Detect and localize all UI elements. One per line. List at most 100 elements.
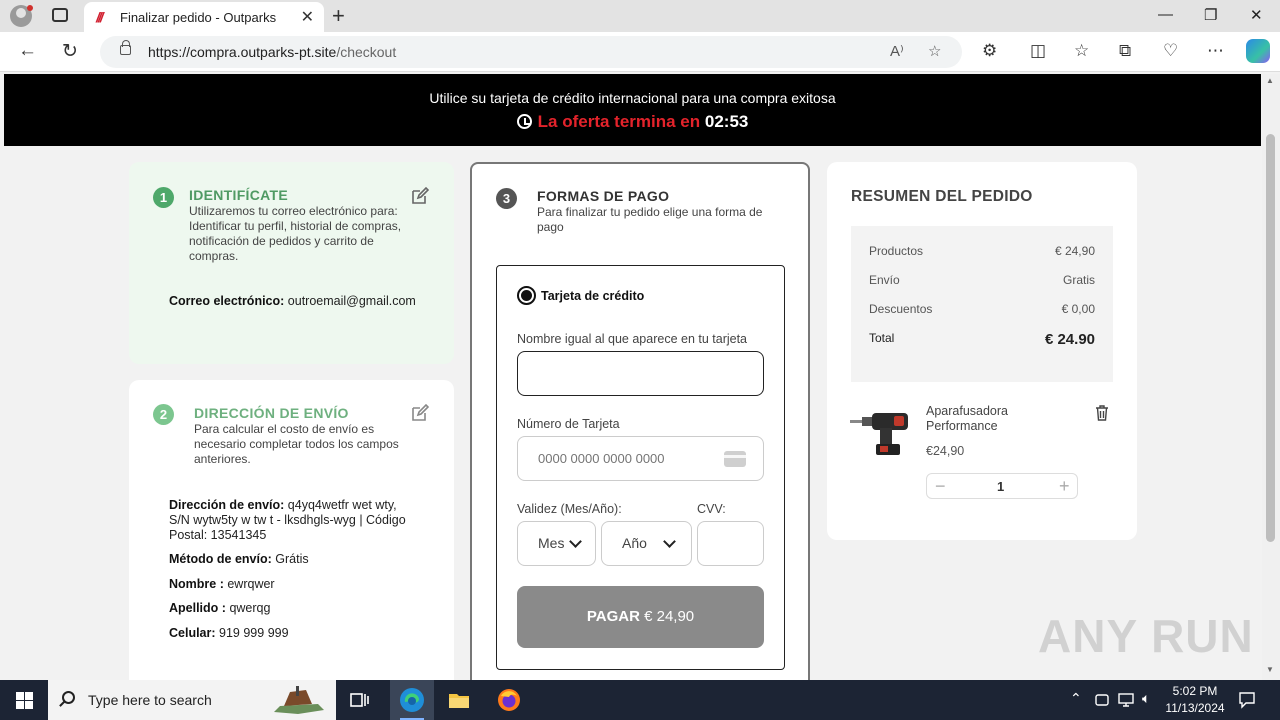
read-aloud-icon[interactable]: A⁾ — [890, 42, 904, 60]
show-hidden-icons-icon[interactable]: ⌃ — [1070, 690, 1082, 707]
cvv-label: CVV: — [697, 502, 726, 516]
product-price: €24,90 — [926, 444, 965, 458]
edit-icon[interactable] — [411, 187, 429, 205]
cardholder-name-label: Nombre igual al que aparece en tu tarjet… — [517, 332, 748, 346]
surname-field: Apellido : qwerqg — [169, 601, 270, 616]
copilot-icon[interactable] — [1246, 39, 1270, 63]
scroll-down-icon[interactable]: ▼ — [1266, 665, 1274, 674]
outparks-favicon-icon: /// — [96, 9, 104, 25]
scrollbar-thumb[interactable] — [1266, 134, 1275, 542]
trash-icon[interactable] — [1095, 405, 1109, 421]
clock-icon — [516, 114, 532, 129]
step-1-badge: 1 — [153, 187, 174, 208]
more-menu-icon[interactable]: ⋯ — [1207, 41, 1224, 61]
edge-taskbar-button[interactable] — [390, 680, 434, 720]
restore-icon[interactable]: ❐ — [1204, 6, 1217, 24]
meet-now-icon[interactable] — [1094, 692, 1110, 708]
address-bar-row: ← ↻ https://compra.outparks-pt.site/chec… — [0, 32, 1280, 72]
summary-row-label: Descuentos — [869, 302, 933, 316]
window-close-icon[interactable]: ✕ — [1250, 6, 1263, 24]
tab-actions-icon[interactable] — [52, 8, 68, 22]
banner-message: Utilice su tarjeta de crédito internacio… — [429, 90, 836, 106]
product-name: Aparafusadora Performance — [926, 404, 1009, 433]
chevron-down-icon — [569, 535, 582, 548]
volume-icon[interactable]: 🔈︎ — [1142, 690, 1150, 707]
tab-title: Finalizar pedido - Outparks — [120, 10, 277, 25]
step-3-badge: 3 — [496, 188, 517, 209]
favorite-star-icon[interactable]: ☆ — [928, 42, 941, 60]
email-value: outroemail@gmail.com — [287, 294, 416, 308]
extensions-icon[interactable]: ⚙ — [982, 41, 997, 61]
windows-start-icon[interactable] — [16, 692, 33, 709]
task-view-icon[interactable] — [348, 688, 372, 712]
url-field[interactable]: https://compra.outparks-pt.site/checkout… — [100, 36, 962, 68]
credit-card-label: Tarjeta de crédito — [541, 289, 645, 303]
new-tab-icon[interactable]: + — [332, 3, 345, 29]
card-number-label: Número de Tarjeta — [517, 417, 620, 431]
name-label: Nombre : — [169, 577, 224, 591]
summary-row-label: Envío — [869, 273, 900, 287]
surname-value: qwerqg — [229, 601, 271, 615]
month-value: Mes — [538, 535, 565, 551]
credit-card-icon — [724, 451, 746, 467]
phone-value: 919 999 999 — [219, 626, 289, 640]
year-value: Año — [622, 535, 647, 551]
shipping-description: Para calcular el costo de envío es neces… — [194, 422, 399, 466]
increase-quantity-button[interactable]: + — [1059, 476, 1070, 497]
summary-row-value: Gratis — [1062, 273, 1095, 287]
performance-icon[interactable]: ♡ — [1163, 41, 1178, 61]
offer-label: La oferta termina en — [537, 112, 701, 131]
system-clock[interactable]: 5:02 PM 11/13/2024 — [1160, 683, 1230, 717]
shipping-title: DIRECCIÓN DE ENVÍO — [194, 405, 349, 421]
windows-taskbar: Type here to search ⌃ 🔈︎ 5:02 PM 11/13/2… — [0, 680, 1280, 720]
profile-notification-dot — [27, 5, 33, 11]
expiry-year-select[interactable]: Año — [601, 521, 692, 566]
edge-icon — [400, 688, 424, 712]
taskbar-search-box[interactable]: Type here to search — [48, 680, 336, 720]
summary-title: RESUMEN DEL PEDIDO — [851, 188, 1033, 205]
notifications-icon[interactable] — [1238, 691, 1256, 709]
step-2-badge: 2 — [153, 404, 174, 425]
clock-time: 5:02 PM — [1172, 684, 1218, 698]
promo-banner: Utilice su tarjeta de crédito internacio… — [4, 74, 1261, 146]
shipping-method-field: Método de envío: Grátis — [169, 552, 309, 567]
address-label: Dirección de envío: — [169, 498, 285, 512]
file-explorer-icon[interactable] — [447, 688, 471, 712]
clock-date: 11/13/2024 — [1165, 701, 1225, 715]
decrease-quantity-button[interactable]: − — [935, 476, 946, 497]
refresh-icon[interactable]: ↻ — [62, 40, 78, 63]
page-scrollbar[interactable]: ▲ ▼ — [1262, 74, 1280, 680]
cardholder-name-input[interactable] — [517, 351, 764, 396]
identify-title: IDENTIFÍCATE — [189, 187, 289, 203]
url-text[interactable]: https://compra.outparks-pt.site/checkout — [148, 44, 396, 60]
chevron-down-icon — [663, 535, 676, 548]
edit-icon[interactable] — [411, 404, 429, 422]
cvv-input[interactable] — [697, 521, 764, 566]
summary-row-value: € 24,90 — [1054, 244, 1095, 258]
minimize-icon[interactable]: — — [1158, 6, 1173, 23]
validity-label: Validez (Mes/Año): — [517, 502, 622, 516]
browser-tab-bar: /// Finalizar pedido - Outparks ✕ + — ❐ … — [0, 0, 1280, 32]
credit-card-radio[interactable] — [517, 286, 536, 305]
payment-title: FORMAS DE PAGO — [537, 188, 670, 204]
pay-button-amount: € 24,90 — [644, 608, 695, 625]
scroll-up-icon[interactable]: ▲ — [1266, 76, 1274, 85]
firefox-icon[interactable] — [497, 688, 521, 712]
taskbar-search-placeholder: Type here to search — [88, 692, 212, 708]
favorites-icon[interactable]: ☆ — [1074, 41, 1089, 61]
network-icon[interactable] — [1118, 692, 1136, 708]
tab-close-icon[interactable]: ✕ — [301, 7, 314, 27]
anyrun-watermark: ANY RUN — [1038, 610, 1254, 662]
expiry-month-select[interactable]: Mes — [517, 521, 596, 566]
collections-icon[interactable]: ⧉ — [1119, 41, 1131, 61]
countdown-timer: 02:53 — [704, 112, 749, 131]
active-tab[interactable]: /// Finalizar pedido - Outparks ✕ — [84, 2, 324, 32]
summary-row-value: € 0,00 — [1061, 302, 1095, 316]
pay-button[interactable]: PAGAR € 24,90 — [517, 586, 764, 648]
email-field: Correo electrónico: outroemail@gmail.com — [169, 294, 419, 309]
back-icon[interactable]: ← — [18, 40, 37, 62]
split-screen-icon[interactable]: ◫ — [1030, 41, 1046, 61]
offer-countdown: La oferta termina en 02:53 — [4, 112, 1261, 132]
lock-icon[interactable] — [120, 40, 131, 55]
total-label: Total — [869, 331, 895, 345]
